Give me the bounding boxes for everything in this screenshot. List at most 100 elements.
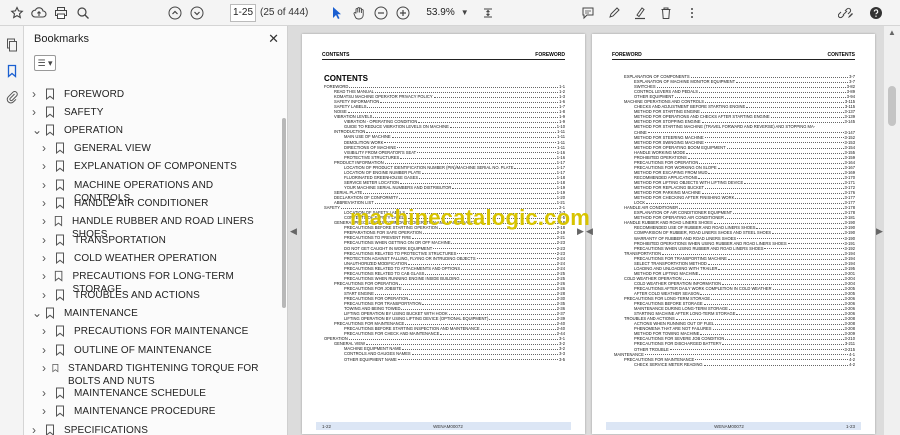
toc-leader — [744, 180, 844, 184]
toc-leader — [397, 357, 559, 361]
chevron-right-icon[interactable]: › — [32, 106, 42, 118]
bookmark-item[interactable]: › COLD WEATHER OPERATION — [42, 252, 272, 265]
link-edit-icon[interactable] — [835, 2, 857, 24]
chevron-right-icon[interactable]: › — [42, 289, 52, 301]
chevron-down-icon[interactable]: ⌄ — [32, 307, 42, 319]
page-up-icon[interactable] — [164, 2, 186, 24]
bookmark-item[interactable]: ⌄ MAINTENANCE — [32, 307, 272, 320]
bookmarks-icon[interactable] — [0, 58, 24, 84]
more-vertical-icon[interactable] — [681, 2, 703, 24]
toolbar: 1-25 (25 of 444) 53.9% ▼ — [0, 0, 900, 26]
trash-icon[interactable] — [655, 2, 677, 24]
bookmark-item[interactable]: › OUTLINE OF MAINTENANCE — [42, 344, 272, 357]
toc-leader — [674, 94, 846, 99]
toc-leader — [700, 331, 844, 336]
zoom-in-icon[interactable] — [392, 2, 414, 24]
toc-leader — [412, 235, 556, 240]
bookmark-item[interactable]: › FOREWORD — [32, 88, 272, 101]
right-page: FOREWORD CONTENTS EXPLANATION OF COMPONEN… — [592, 34, 875, 434]
page-count: (25 of 444) — [260, 7, 309, 18]
bookmark-flag-icon — [56, 197, 64, 209]
toc-row[interactable]: OTHER EQUIPMENT NAME 3-5 — [324, 357, 565, 362]
chevron-right-icon[interactable]: › — [42, 270, 51, 282]
toc-leader — [728, 306, 844, 311]
select-cursor-icon[interactable] — [326, 2, 348, 24]
prev-page-arrow[interactable]: ◀ — [290, 226, 297, 237]
scroll-up-icon[interactable]: ▲ — [888, 28, 896, 37]
toc-row[interactable]: CHECK SERVICE METER READING 4-2 — [614, 362, 855, 367]
toc-leader — [433, 246, 556, 250]
print-icon[interactable] — [50, 2, 72, 24]
page-down-icon[interactable] — [186, 2, 208, 24]
chevron-right-icon[interactable]: › — [42, 179, 52, 191]
attachments-icon[interactable] — [0, 84, 24, 110]
bookmark-flag-icon — [55, 270, 63, 282]
toc-leader — [367, 104, 559, 109]
bookmark-label: SAFETY — [64, 107, 104, 118]
chevron-right-icon[interactable]: › — [32, 424, 42, 435]
bookmark-item[interactable]: › SPECIFICATIONS — [32, 424, 272, 435]
bookmark-flag-icon — [56, 234, 64, 246]
zoom-out-icon[interactable] — [370, 2, 392, 24]
hand-tool-icon[interactable] — [348, 2, 370, 24]
toc-leader — [399, 195, 556, 199]
toc-leader — [722, 281, 844, 285]
zoom-dropdown-icon[interactable]: ▼ — [461, 8, 469, 17]
bookmark-item[interactable]: › EXPLANATION OF COMPONENTS — [42, 160, 272, 173]
toc-leader — [417, 150, 556, 154]
bookmark-flag-icon — [56, 405, 64, 417]
chevron-right-icon[interactable]: › — [42, 344, 52, 356]
chevron-right-icon[interactable]: › — [42, 142, 52, 154]
chevron-right-icon[interactable]: › — [42, 387, 52, 399]
search-icon[interactable] — [72, 2, 94, 24]
panel-scroll-thumb[interactable] — [282, 118, 286, 308]
chevron-right-icon[interactable]: › — [42, 362, 49, 374]
bookmark-label: OPERATION — [64, 125, 124, 136]
chevron-right-icon[interactable]: › — [32, 88, 42, 100]
bookmark-item[interactable]: › GENERAL VIEW — [42, 142, 272, 155]
chevron-right-icon[interactable]: › — [42, 215, 51, 227]
next-page-arrow[interactable]: ▶ — [876, 226, 883, 237]
chevron-down-icon[interactable]: ⌄ — [32, 124, 42, 136]
bookmark-item[interactable]: › MAINTENANCE PROCEDURE — [42, 405, 272, 418]
scroll-mode-icon[interactable] — [477, 2, 499, 24]
toc-page: 4-2 — [849, 361, 855, 367]
help-icon[interactable] — [865, 2, 887, 24]
chevron-right-icon[interactable]: › — [42, 405, 52, 417]
list-options-icon[interactable]: ☰ ▾ — [34, 55, 56, 71]
toc-leader — [717, 165, 844, 169]
chevron-right-icon[interactable]: › — [42, 160, 52, 172]
toc-leader — [698, 175, 844, 179]
comment-icon[interactable] — [577, 2, 599, 24]
page-thumbnails-icon[interactable] — [0, 32, 24, 58]
viewer-scroll-thumb[interactable] — [888, 86, 896, 126]
pen-icon[interactable] — [603, 2, 625, 24]
chevron-right-icon[interactable]: › — [42, 252, 52, 264]
bookmark-item[interactable]: ⌄ OPERATION — [32, 124, 272, 137]
panel-scrollbar[interactable] — [280, 78, 288, 435]
left-page: CONTENTS FOREWORD CONTENTS FOREWORD 1-1 REA… — [302, 34, 585, 434]
right-page-header-right: CONTENTS — [827, 52, 856, 58]
bookmark-item[interactable]: › MAINTENANCE SCHEDULE — [42, 387, 272, 400]
star-icon[interactable] — [6, 2, 28, 24]
bookmark-item[interactable]: › STANDARD TIGHTENING TORQUE FOR BOLTS AN… — [42, 362, 272, 388]
close-icon[interactable]: ✕ — [268, 31, 279, 47]
page-number-input[interactable]: 1-25 — [230, 3, 256, 22]
bookmark-item[interactable]: › TROUBLES AND ACTIONS — [42, 289, 272, 302]
toc-leader — [349, 84, 559, 88]
toc-leader — [348, 336, 559, 341]
zoom-level[interactable]: 53.9% — [426, 7, 454, 18]
bookmark-item[interactable]: › PRECAUTIONS FOR MAINTENANCE — [42, 325, 272, 338]
bookmark-item[interactable]: › HANDLE AIR CONDITIONER — [42, 197, 272, 210]
chevron-right-icon[interactable]: › — [42, 197, 52, 209]
chevron-right-icon[interactable]: › — [42, 234, 52, 246]
bookmark-item[interactable]: › TRANSPORTATION — [42, 234, 272, 247]
toc-leader — [402, 286, 556, 290]
bookmark-item[interactable]: › SAFETY — [32, 106, 272, 119]
highlight-icon[interactable] — [629, 2, 651, 24]
bookmark-label: GENERAL VIEW — [74, 143, 151, 154]
viewer-scrollbar[interactable]: ▲ — [884, 26, 900, 435]
chevron-right-icon[interactable]: › — [42, 325, 52, 337]
upload-cloud-icon[interactable] — [28, 2, 50, 24]
toc-leader — [704, 140, 844, 144]
